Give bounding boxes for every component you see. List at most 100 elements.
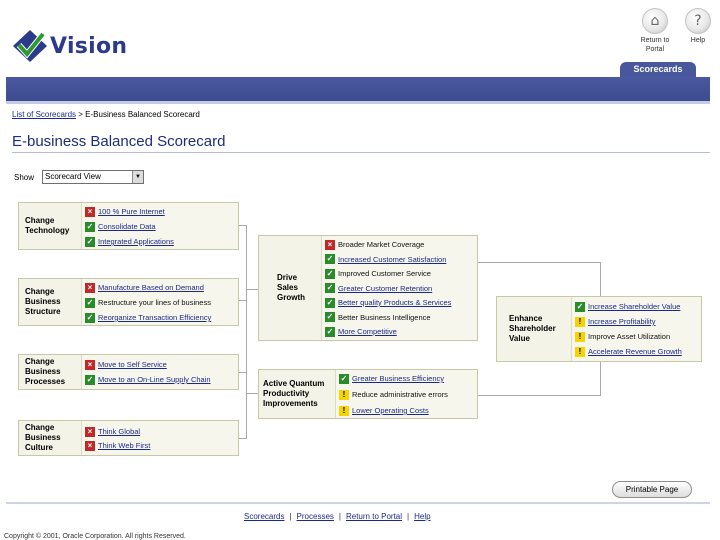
show-select[interactable]: Scorecard View ▼ <box>42 170 144 184</box>
measure-item[interactable]: × Think Web First <box>85 440 236 452</box>
measure-link[interactable]: Integrated Applications <box>98 237 174 246</box>
breadcrumb: List of Scorecards > E-Business Balanced… <box>12 110 200 119</box>
measure-item[interactable]: ✓ Greater Business Efficiency <box>339 373 475 385</box>
connector-line <box>478 262 600 263</box>
dropdown-arrow-icon[interactable]: ▼ <box>132 171 143 183</box>
breadcrumb-current: E-Business Balanced Scorecard <box>85 110 200 119</box>
check-logo-icon <box>13 30 47 62</box>
status-green-check-icon: ✓ <box>85 236 95 247</box>
measure-link[interactable]: Consolidate Data <box>98 222 156 231</box>
objective-box-active-quantum-productivity: Active Quantum Productivity Improvements… <box>258 369 478 419</box>
measure-link[interactable]: Lower Operating Costs <box>352 406 429 415</box>
measure-item[interactable]: × Broader Market Coverage <box>325 239 475 251</box>
connector-line <box>246 289 258 290</box>
measure-item[interactable]: ! Accelerate Revenue Growth <box>575 346 699 358</box>
measure-item[interactable]: ✓ Reorganize Transaction Efficiency <box>85 312 236 324</box>
measure-item[interactable]: ✓ Increase Shareholder Value <box>575 301 699 313</box>
measure-link[interactable]: Think Web First <box>98 441 150 450</box>
status-green-check-icon: ✓ <box>325 326 335 337</box>
breadcrumb-list-of-scorecards[interactable]: List of Scorecards <box>12 110 76 119</box>
measure-item[interactable]: × 100 % Pure Internet <box>85 206 236 218</box>
objective-label: Active Quantum Productivity Improvements <box>259 370 335 418</box>
measure-link[interactable]: Increase Profitability <box>588 317 656 326</box>
objective-label-line: Business <box>25 367 61 376</box>
measure-link[interactable]: 100 % Pure Internet <box>98 207 165 216</box>
measure-item[interactable]: ✓ Move to an On-Line Supply Chain <box>85 374 236 386</box>
measure-item[interactable]: ! Increase Profitability <box>575 316 699 328</box>
footer-separator: | <box>289 512 292 521</box>
measure-link[interactable]: Increase Shareholder Value <box>588 302 680 311</box>
objective-label-line: Shareholder <box>509 324 556 333</box>
footer-separator: | <box>338 512 341 521</box>
measure-item[interactable]: ! Lower Operating Costs <box>339 405 475 417</box>
measure-item[interactable]: ! Reduce administrative errors <box>339 389 475 401</box>
connector-line <box>246 393 258 394</box>
tab-scorecards[interactable]: Scorecards <box>620 62 696 77</box>
objective-label-line: Change <box>25 357 55 366</box>
objective-label-line: Business <box>25 433 61 442</box>
measure-item[interactable]: ✓ Integrated Applications <box>85 236 236 248</box>
measure-item[interactable]: ✓ Increased Customer Satisfaction <box>325 254 475 266</box>
status-red-x-icon: × <box>85 440 95 451</box>
measure-text: Reduce administrative errors <box>352 390 448 399</box>
footer-link-processes[interactable]: Processes <box>297 512 334 521</box>
measure-link[interactable]: Better quality Products & Services <box>338 298 451 307</box>
objective-label-line: Enhance <box>509 314 543 323</box>
status-yellow-warning-icon: ! <box>575 316 585 327</box>
measure-item[interactable]: ✓ Greater Customer Retention <box>325 283 475 295</box>
measure-item[interactable]: ✓ Restructure your lines of business <box>85 297 236 309</box>
footer-link-return-to-portal[interactable]: Return to Portal <box>346 512 402 521</box>
measure-link[interactable]: Think Global <box>98 427 140 436</box>
measure-link[interactable]: More Competitive <box>338 327 397 336</box>
status-red-x-icon: × <box>85 426 95 437</box>
measure-item[interactable]: × Move to Self Service <box>85 359 236 371</box>
measure-item[interactable]: ✓ Better Business Intelligence <box>325 312 475 324</box>
header-bar-strip <box>6 101 710 104</box>
measure-link[interactable]: Move to Self Service <box>98 360 167 369</box>
status-green-check-icon: ✓ <box>339 373 349 384</box>
measure-item[interactable]: ! Improve Asset Utilization <box>575 331 699 343</box>
measure-list: × Think Global × Think Web First <box>81 421 238 455</box>
return-label-line2: Portal <box>645 46 665 53</box>
status-green-check-icon: ✓ <box>325 268 335 279</box>
objective-label-line: Processes <box>25 377 66 386</box>
objective-label-line: Change <box>25 216 55 225</box>
objective-label-line: Change <box>25 423 55 432</box>
status-green-check-icon: ✓ <box>325 312 335 323</box>
status-red-x-icon: × <box>85 359 95 370</box>
measure-list: ✓ Greater Business Efficiency ! Reduce adm… <box>335 370 477 418</box>
measure-list: × Broader Market Coverage ✓ Increased Cust… <box>321 236 477 340</box>
footer-link-help[interactable]: Help <box>414 512 430 521</box>
objective-box-drive-sales-growth: Drive Sales Growth × Broader Market Cover… <box>258 235 478 341</box>
printable-page-button[interactable]: Printable Page <box>612 481 692 498</box>
footer-links: Scorecards | Processes | Return to Portal | He… <box>244 512 431 521</box>
tab-bar: Scorecards <box>6 60 710 77</box>
measure-item[interactable]: ✓ Improved Customer Service <box>325 268 475 280</box>
measure-link[interactable]: Manufacture Based on Demand <box>98 283 204 292</box>
measure-link[interactable]: Reorganize Transaction Efficiency <box>98 313 211 322</box>
objective-label: Drive Sales Growth <box>259 236 321 340</box>
measure-list: ✓ Increase Shareholder Value ! Increase Pr… <box>571 297 701 361</box>
measure-link[interactable]: Greater Customer Retention <box>338 284 432 293</box>
measure-item[interactable]: ✓ Better quality Products & Services <box>325 297 475 309</box>
objective-label-line: Improvements <box>263 399 318 408</box>
measure-link[interactable]: Greater Business Efficiency <box>352 374 444 383</box>
vision-logo: Vision <box>12 28 127 64</box>
objective-box-change-business-culture: Change Business Culture × Think Global × T… <box>18 420 239 456</box>
measure-item[interactable]: ✓ More Competitive <box>325 326 475 338</box>
objective-box-change-business-structure: Change Business Structure × Manufacture B… <box>18 278 239 326</box>
measure-link[interactable]: Move to an On-Line Supply Chain <box>98 375 211 384</box>
title-divider <box>12 152 710 153</box>
footer-link-scorecards[interactable]: Scorecards <box>244 512 284 521</box>
measure-link[interactable]: Accelerate Revenue Growth <box>588 347 682 356</box>
status-green-check-icon: ✓ <box>85 221 95 232</box>
status-red-x-icon: × <box>85 282 95 293</box>
objective-label-line: Sales <box>277 283 298 292</box>
help-link[interactable]: ? Help <box>668 8 720 45</box>
objective-label-line: Productivity <box>263 389 310 398</box>
measure-link[interactable]: Increased Customer Satisfaction <box>338 255 446 264</box>
measure-item[interactable]: × Think Global <box>85 426 236 438</box>
measure-item[interactable]: × Manufacture Based on Demand <box>85 282 236 294</box>
objective-label: Change Business Processes <box>19 355 81 389</box>
measure-item[interactable]: ✓ Consolidate Data <box>85 221 236 233</box>
